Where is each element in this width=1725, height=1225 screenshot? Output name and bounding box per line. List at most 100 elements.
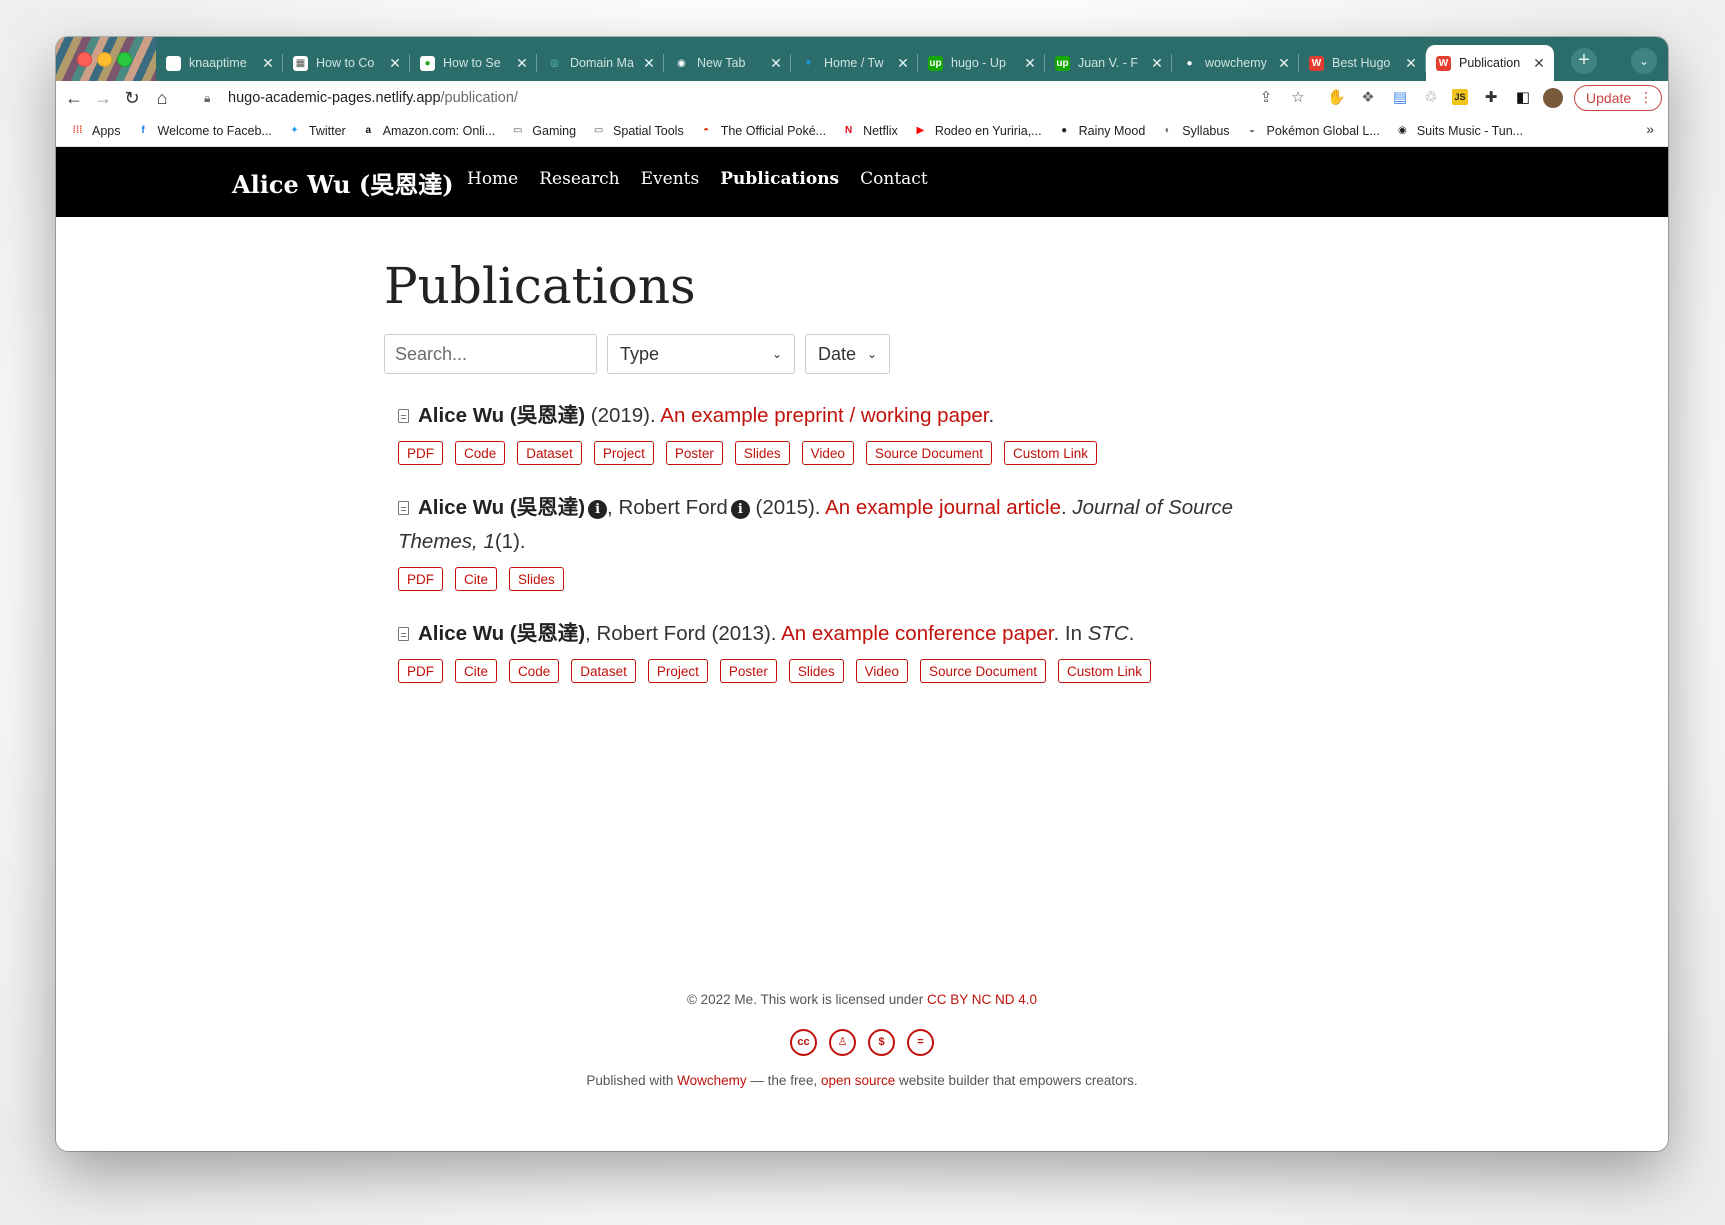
- link-button-cite[interactable]: Cite: [455, 659, 498, 683]
- browser-tab[interactable]: ● How to Se ✕: [410, 45, 537, 81]
- author-info-icon[interactable]: i: [730, 500, 750, 519]
- search-input[interactable]: [384, 334, 597, 374]
- tab-close-icon[interactable]: ✕: [261, 55, 275, 72]
- bookmark-item[interactable]: ◒ Pokémon Global L...: [1245, 123, 1380, 138]
- published-prefix: Published with: [586, 1073, 678, 1088]
- browser-tab[interactable]: ▦ How to Co ✕: [283, 45, 410, 81]
- bookmark-item[interactable]: ● Rainy Mood: [1057, 123, 1145, 138]
- tab-close-icon[interactable]: ✕: [896, 55, 910, 72]
- browser-tab[interactable]: ✦ Home / Tw ✕: [791, 45, 918, 81]
- wowchemy-link[interactable]: Wowchemy: [677, 1073, 747, 1088]
- link-button-cite[interactable]: Cite: [455, 567, 498, 591]
- author-info-icon[interactable]: i: [588, 500, 608, 519]
- link-button-dataset[interactable]: Dataset: [571, 659, 636, 683]
- link-button-poster[interactable]: Poster: [719, 659, 777, 683]
- bookmark-item[interactable]: ◓ The Official Poké...: [699, 123, 826, 138]
- publication-title-link[interactable]: An example preprint / working paper: [660, 404, 988, 427]
- share-icon[interactable]: ⇪: [1257, 89, 1275, 107]
- site-brand[interactable]: Alice Wu (吳恩達): [232, 165, 454, 200]
- bookmark-item[interactable]: f Welcome to Faceb...: [136, 123, 272, 138]
- link-button-pdf[interactable]: PDF: [398, 567, 443, 591]
- browser-tab[interactable]: W Best Hugo ✕: [1299, 45, 1426, 81]
- link-button-video[interactable]: Video: [801, 441, 854, 465]
- link-button-slides[interactable]: Slides: [788, 659, 844, 683]
- tab-close-icon[interactable]: ✕: [388, 55, 402, 72]
- type-filter-select[interactable]: Type ⌄: [607, 334, 795, 374]
- nav-link-events[interactable]: Events: [641, 169, 700, 189]
- reload-icon[interactable]: ↻: [119, 85, 145, 111]
- open-source-link[interactable]: open source: [821, 1073, 895, 1088]
- date-filter-select[interactable]: Date ⌄: [805, 334, 890, 374]
- bookmark-item[interactable]: ◐ Syllabus: [1160, 123, 1230, 138]
- link-button-source-document[interactable]: Source Document: [919, 659, 1047, 683]
- bookmark-item[interactable]: ⁞⁞⁞ Apps: [70, 123, 121, 138]
- dropbox-extension-icon[interactable]: ❖: [1359, 89, 1377, 107]
- browser-tab[interactable]: ◉ New Tab ✕: [664, 45, 791, 81]
- bookmark-star-icon[interactable]: ☆: [1289, 89, 1307, 107]
- bookmarks-overflow-icon[interactable]: »: [1646, 121, 1654, 137]
- browser-tab[interactable]: ● wowchemy ✕: [1172, 45, 1299, 81]
- extensions-puzzle-icon[interactable]: ✚: [1482, 89, 1500, 107]
- close-window-button[interactable]: [77, 52, 92, 67]
- link-button-project[interactable]: Project: [647, 659, 708, 683]
- recycle-extension-icon[interactable]: ♲: [1422, 89, 1440, 107]
- link-button-video[interactable]: Video: [855, 659, 908, 683]
- bookmark-item[interactable]: ▭ Gaming: [510, 123, 576, 138]
- bookmark-item[interactable]: ◉ Suits Music - Tun...: [1395, 123, 1523, 138]
- new-tab-button[interactable]: +: [1571, 48, 1597, 74]
- forward-arrow-icon[interactable]: →: [90, 85, 116, 111]
- bookmark-item[interactable]: N Netflix: [841, 123, 898, 138]
- link-button-pdf[interactable]: PDF: [398, 659, 443, 683]
- js-extension-icon[interactable]: JS: [1452, 89, 1468, 105]
- link-button-project[interactable]: Project: [593, 441, 654, 465]
- nav-link-publications[interactable]: Publications: [720, 169, 839, 189]
- tab-close-icon[interactable]: ✕: [1404, 55, 1418, 72]
- link-button-poster[interactable]: Poster: [665, 441, 723, 465]
- link-button-slides[interactable]: Slides: [509, 567, 564, 591]
- home-icon[interactable]: ⌂: [149, 85, 175, 111]
- docs-extension-icon[interactable]: ▤: [1391, 89, 1409, 107]
- browser-tab[interactable]: W Publication ✕: [1426, 45, 1554, 81]
- back-arrow-icon[interactable]: ←: [61, 85, 87, 111]
- bookmark-item[interactable]: ▭ Spatial Tools: [591, 123, 684, 138]
- minimize-window-button[interactable]: [97, 52, 112, 67]
- tab-close-icon[interactable]: ✕: [642, 55, 656, 72]
- nav-link-research[interactable]: Research: [539, 169, 619, 189]
- tab-close-icon[interactable]: ✕: [1150, 55, 1164, 72]
- side-panel-icon[interactable]: ◧: [1514, 89, 1532, 107]
- bookmark-item[interactable]: a Amazon.com: Onli...: [361, 123, 495, 138]
- tab-close-icon[interactable]: ✕: [1023, 55, 1037, 72]
- browser-tab[interactable]: ◎ Domain Ma ✕: [537, 45, 664, 81]
- tab-search-chevron-icon[interactable]: ⌄: [1631, 48, 1657, 74]
- link-button-custom-link[interactable]: Custom Link: [1058, 659, 1152, 683]
- zoom-window-button[interactable]: [117, 52, 132, 67]
- link-button-custom-link[interactable]: Custom Link: [1004, 441, 1098, 465]
- bookmark-item[interactable]: ✦ Twitter: [287, 123, 346, 138]
- extension-hand-icon[interactable]: ✋: [1327, 89, 1346, 107]
- browser-tab[interactable]: up Juan V. - F ✕: [1045, 45, 1172, 81]
- profile-avatar[interactable]: [1543, 88, 1563, 108]
- update-button[interactable]: Update ⋮: [1574, 85, 1662, 111]
- address-bar[interactable]: 🔒︎ hugo-academic-pages.netlify.app/publi…: [196, 83, 1391, 113]
- license-link[interactable]: CC BY NC ND 4.0: [927, 992, 1037, 1007]
- link-button-source-document[interactable]: Source Document: [865, 441, 993, 465]
- browser-tab[interactable]: knaaptime ✕: [156, 45, 283, 81]
- bookmark-item[interactable]: ▶ Rodeo en Yuriria,...: [913, 123, 1041, 138]
- tab-close-icon[interactable]: ✕: [515, 55, 529, 72]
- link-button-dataset[interactable]: Dataset: [517, 441, 582, 465]
- nav-link-contact[interactable]: Contact: [860, 169, 928, 189]
- publication-title-link[interactable]: An example journal article: [825, 496, 1061, 519]
- tab-close-icon[interactable]: ✕: [1532, 55, 1546, 72]
- link-button-code[interactable]: Code: [455, 441, 506, 465]
- tab-favicon-icon: ◉: [674, 55, 689, 71]
- tab-close-icon[interactable]: ✕: [1277, 55, 1291, 72]
- nav-link-home[interactable]: Home: [467, 169, 518, 189]
- link-button-pdf[interactable]: PDF: [398, 441, 443, 465]
- copyright-line: © 2022 Me. This work is licensed under C…: [56, 992, 1668, 1007]
- link-button-code[interactable]: Code: [509, 659, 560, 683]
- link-button-slides[interactable]: Slides: [734, 441, 790, 465]
- publication-title-link[interactable]: An example conference paper: [781, 622, 1053, 645]
- tab-title: Domain Ma: [570, 56, 634, 70]
- tab-close-icon[interactable]: ✕: [769, 55, 783, 72]
- browser-tab[interactable]: up hugo - Up ✕: [918, 45, 1045, 81]
